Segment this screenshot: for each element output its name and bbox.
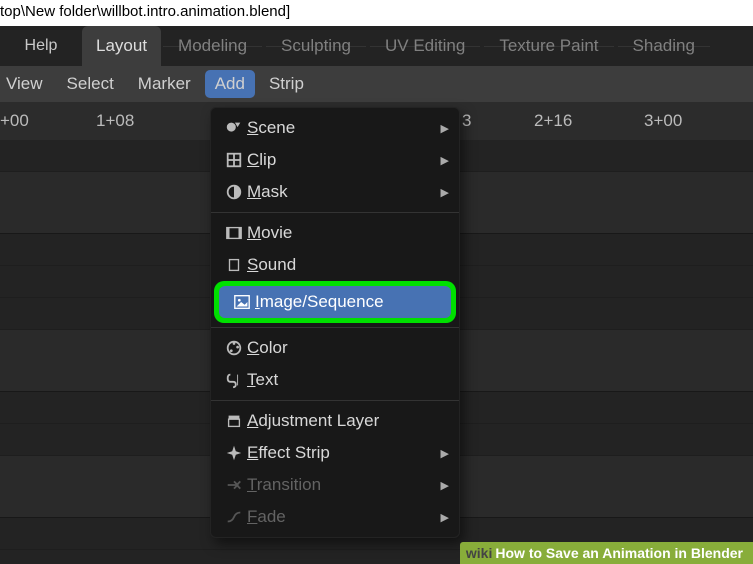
menu-item-movie[interactable]: Movie <box>211 217 459 249</box>
menu-item-scene[interactable]: Scene ▶ <box>211 112 459 144</box>
sound-icon <box>221 256 247 274</box>
color-icon <box>221 339 247 357</box>
menu-item-label: Mask <box>247 182 288 202</box>
menu-strip[interactable]: Strip <box>257 66 316 102</box>
menu-item-label: Adjustment Layer <box>247 411 379 431</box>
menu-item-fade: Fade ▶ <box>211 501 459 533</box>
menu-marker[interactable]: Marker <box>126 66 203 102</box>
tab-modeling[interactable]: Modeling <box>163 46 262 47</box>
wikihow-banner: wikiHow to Save an Animation in Blender <box>460 542 753 564</box>
menu-separator <box>211 400 459 401</box>
menu-separator <box>211 212 459 213</box>
submenu-arrow-icon: ▶ <box>441 186 449 199</box>
banner-label: How to Save an Animation in Blender <box>495 545 743 561</box>
ruler-tick: 1+08 <box>96 111 134 131</box>
mask-icon <box>221 183 247 201</box>
ruler-tick: 3+00 <box>644 111 682 131</box>
fade-icon <box>221 508 247 526</box>
menu-item-label: Transition <box>247 475 321 495</box>
submenu-arrow-icon: ▶ <box>441 479 449 492</box>
menu-item-label: Sound <box>247 255 296 275</box>
menu-item-transition: Transition ▶ <box>211 469 459 501</box>
editor-header-menu: ViewSelectMarkerAddStrip <box>0 66 753 102</box>
transition-icon <box>221 476 247 494</box>
ruler-tick: 3 <box>462 111 471 131</box>
tab-shading[interactable]: Shading <box>618 46 710 47</box>
title-text: top\New folder\willbot.intro.animation.b… <box>0 3 290 20</box>
menu-item-mask[interactable]: Mask ▶ <box>211 176 459 208</box>
menu-add[interactable]: Add <box>205 70 255 98</box>
clip-icon <box>221 151 247 169</box>
ruler-tick: 2+16 <box>534 111 572 131</box>
submenu-arrow-icon: ▶ <box>441 154 449 167</box>
tab-layout[interactable]: Layout <box>82 26 161 66</box>
adjust-icon <box>221 412 247 430</box>
text-icon <box>221 371 247 389</box>
tutorial-highlight: Image/Sequence <box>214 281 456 323</box>
ruler-tick: +00 <box>0 111 29 131</box>
effect-icon <box>221 444 247 462</box>
menu-item-text[interactable]: Text <box>211 364 459 396</box>
menu-item-label: Clip <box>247 150 276 170</box>
tab-texture-paint[interactable]: Texture Paint <box>484 46 613 47</box>
menu-item-label: Color <box>247 338 288 358</box>
tab-sculpting[interactable]: Sculpting <box>266 46 366 47</box>
menu-select[interactable]: Select <box>55 66 126 102</box>
menu-item-label: Effect Strip <box>247 443 330 463</box>
menu-item-image-sequence[interactable]: Image/Sequence <box>219 286 451 318</box>
menu-item-adjustment-layer[interactable]: Adjustment Layer <box>211 405 459 437</box>
movie-icon <box>221 224 247 242</box>
image-icon <box>229 293 255 311</box>
submenu-arrow-icon: ▶ <box>441 122 449 135</box>
workspace-tabs: LayoutModeling Sculpting UV Editing Texture… <box>82 26 712 66</box>
wiki-logo: wiki <box>466 545 492 561</box>
menu-separator <box>211 327 459 328</box>
scene-icon <box>221 119 247 137</box>
menu-item-clip[interactable]: Clip ▶ <box>211 144 459 176</box>
menu-item-label: Scene <box>247 118 295 138</box>
tab-uv-editing[interactable]: UV Editing <box>370 46 480 47</box>
menu-view[interactable]: View <box>0 66 55 102</box>
menu-item-label: Image/Sequence <box>255 292 384 312</box>
menu-item-label: Fade <box>247 507 286 527</box>
help-menu[interactable]: Help <box>0 37 82 55</box>
add-menu-dropdown: Scene ▶ Clip ▶ Mask ▶ Movie Sound Image/Sequence… <box>210 107 460 538</box>
top-menu-bar: Help LayoutModeling Sculpting UV Editing Te… <box>0 26 753 66</box>
window-titlebar: top\New folder\willbot.intro.animation.b… <box>0 0 753 26</box>
menu-item-sound[interactable]: Sound <box>211 249 459 281</box>
submenu-arrow-icon: ▶ <box>441 511 449 524</box>
menu-item-label: Movie <box>247 223 292 243</box>
submenu-arrow-icon: ▶ <box>441 447 449 460</box>
menu-item-label: Text <box>247 370 278 390</box>
menu-item-color[interactable]: Color <box>211 332 459 364</box>
menu-item-effect-strip[interactable]: Effect Strip ▶ <box>211 437 459 469</box>
